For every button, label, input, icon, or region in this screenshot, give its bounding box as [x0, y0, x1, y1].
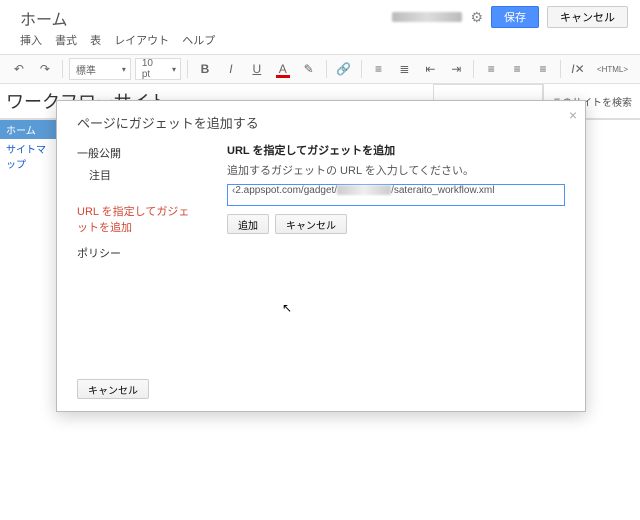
- modal-nav-featured[interactable]: 注目: [77, 164, 197, 186]
- modal-nav: 一般公開 注目 URL を指定してガジェットを追加 ポリシー: [77, 142, 197, 367]
- add-gadget-modal: × ページにガジェットを追加する 一般公開 注目 URL を指定してガジェットを…: [56, 100, 586, 412]
- modal-description: 追加するガジェットの URL を入力してください。: [227, 162, 565, 178]
- modal-nav-public[interactable]: 一般公開: [77, 142, 197, 164]
- modal-footer-cancel-button[interactable]: キャンセル: [77, 379, 149, 399]
- modal-nav-by-url[interactable]: URL を指定してガジェットを追加: [77, 200, 197, 238]
- modal-cancel-button[interactable]: キャンセル: [275, 214, 347, 234]
- modal-title: ページにガジェットを追加する: [57, 101, 585, 142]
- modal-nav-policy[interactable]: ポリシー: [77, 242, 197, 264]
- close-icon[interactable]: ×: [569, 107, 577, 123]
- gadget-url-input[interactable]: ‹2.appspot.com/gadget//sateraito_workflo…: [227, 184, 565, 206]
- cursor-icon: ↖: [282, 301, 292, 315]
- modal-heading: URL を指定してガジェットを追加: [227, 142, 565, 158]
- add-button[interactable]: 追加: [227, 214, 269, 234]
